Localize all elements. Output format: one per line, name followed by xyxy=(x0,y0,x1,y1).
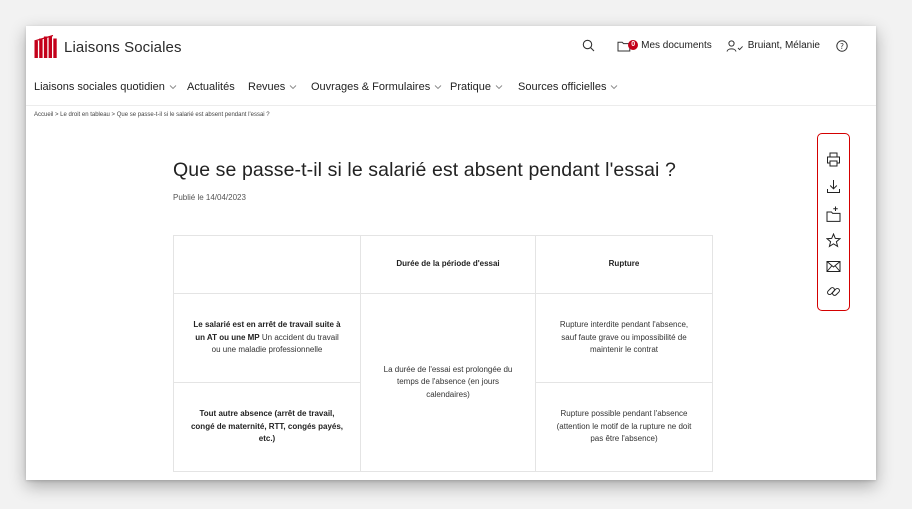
brand-logo-icon xyxy=(34,35,57,58)
table-header-cell: Rupture xyxy=(535,235,713,294)
nav-item-sources-officielles[interactable]: Sources officielles xyxy=(518,81,618,93)
site-logo[interactable]: Liaisons Sociales xyxy=(34,35,182,59)
main-navigation: Liaisons sociales quotidien Actualités R… xyxy=(26,70,876,106)
table-cell-rupture: Rupture interdite pendant l'absence, sau… xyxy=(535,293,713,383)
print-icon xyxy=(827,152,840,167)
documents-label: Mes documents xyxy=(641,40,712,51)
brand-name: Liaisons Sociales xyxy=(64,38,182,56)
table-cell-rupture: Rupture possible pendant l'absence (atte… xyxy=(535,382,713,472)
article-action-toolbar xyxy=(817,133,850,311)
download-button[interactable] xyxy=(825,178,842,195)
table-cell-situation: Tout autre absence (arrêt de travail, co… xyxy=(173,382,361,472)
table-cell-duree: La durée de l'essai est prolongée du tem… xyxy=(360,293,536,472)
publication-date: Publié le 14/04/2023 xyxy=(173,193,246,202)
nav-item-label: Revues xyxy=(248,81,286,93)
table-cell-situation: Le salarié est en arrêt de travail suite… xyxy=(173,293,361,383)
chevron-down-icon xyxy=(169,85,177,90)
help-button[interactable]: ? xyxy=(836,39,848,52)
nav-item-liaisons-sociales-quotidien[interactable]: Liaisons sociales quotidien xyxy=(34,81,177,93)
table-header-cell xyxy=(173,235,361,294)
print-button[interactable] xyxy=(825,151,842,168)
link-icon xyxy=(827,287,840,296)
add-to-folder-button[interactable] xyxy=(825,205,842,222)
nav-item-actualites[interactable]: Actualités xyxy=(187,81,235,93)
copy-link-button[interactable] xyxy=(825,283,842,300)
nav-item-pratique[interactable]: Pratique xyxy=(450,81,503,93)
svg-text:?: ? xyxy=(840,41,844,50)
download-icon xyxy=(827,180,840,193)
email-button[interactable] xyxy=(825,258,842,275)
search-icon xyxy=(582,39,595,52)
table-header-row: Durée de la période d'essai Rupture xyxy=(173,235,713,294)
page-title: Que se passe-t-il si le salarié est abse… xyxy=(173,159,676,181)
header-actions: 0 Mes documents Bruiant, Mélanie ? xyxy=(568,39,848,52)
chevron-down-icon xyxy=(434,85,442,90)
nav-item-revues[interactable]: Revues xyxy=(248,81,297,93)
chevron-down-icon xyxy=(611,85,618,90)
help-icon: ? xyxy=(836,39,848,52)
chevron-down-icon xyxy=(289,85,297,90)
browser-page: Liaisons Sociales 0 Mes documents Bruian… xyxy=(26,26,876,480)
nav-item-label: Sources officielles xyxy=(518,81,607,93)
email-icon xyxy=(826,261,841,272)
user-icon xyxy=(726,39,743,52)
documents-count-badge: 0 xyxy=(628,39,639,50)
nav-item-label: Liaisons sociales quotidien xyxy=(34,81,165,93)
table-header-cell: Durée de la période d'essai xyxy=(360,235,536,294)
user-account-menu[interactable]: Bruiant, Mélanie xyxy=(726,39,820,52)
user-name: Bruiant, Mélanie xyxy=(747,40,820,51)
search-button[interactable] xyxy=(582,39,595,52)
favorite-button[interactable] xyxy=(825,232,842,249)
nav-item-label: Ouvrages & Formulaires xyxy=(311,81,431,93)
nav-item-label: Actualités xyxy=(187,81,235,93)
breadcrumb[interactable]: Accueil > Le droit en tableau > Que se p… xyxy=(34,112,270,118)
site-header: Liaisons Sociales 0 Mes documents Bruian… xyxy=(26,26,876,70)
documents-link[interactable]: 0 Mes documents xyxy=(617,39,712,52)
chevron-down-icon xyxy=(495,85,503,90)
nav-item-ouvrages-formulaires[interactable]: Ouvrages & Formulaires xyxy=(311,81,442,93)
table-row: Le salarié est en arrêt de travail suite… xyxy=(173,293,713,472)
favorite-star-icon xyxy=(826,233,841,248)
nav-item-label: Pratique xyxy=(450,81,491,93)
add-to-folder-icon xyxy=(826,206,841,222)
absence-trial-period-table: Durée de la période d'essai Rupture Le s… xyxy=(173,235,713,472)
